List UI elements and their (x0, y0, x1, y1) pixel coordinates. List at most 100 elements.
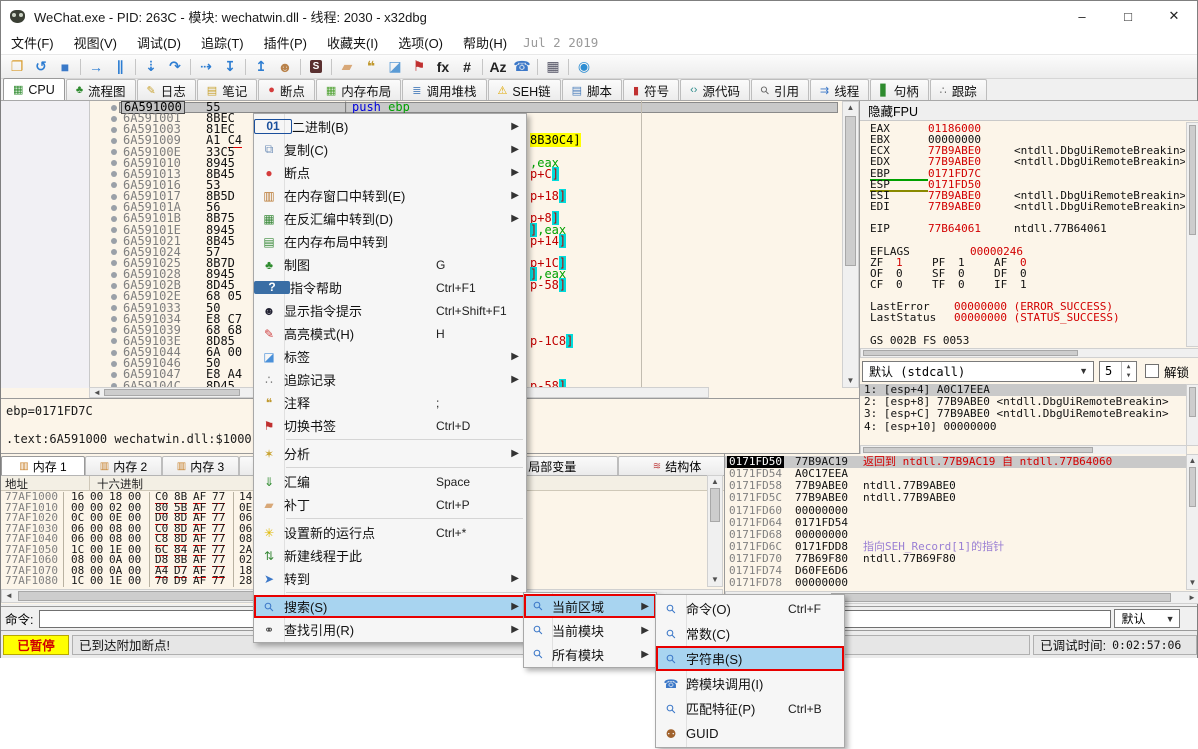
labels-icon[interactable]: ◪ (383, 57, 407, 77)
menu-item-搜索(S)[interactable]: ⚲搜索(S)▶ (254, 595, 526, 618)
menu-item-命令(O)[interactable]: ⚲命令(O)Ctrl+F (656, 596, 844, 621)
minimize-button[interactable]: – (1059, 1, 1105, 31)
menu-item-跨模块调用(I)[interactable]: ☎跨模块调用(I) (656, 671, 844, 696)
menubar-item[interactable]: 追踪(T) (191, 31, 254, 54)
tab-内存布局[interactable]: ▦内存布局 (316, 79, 401, 100)
menu-item-在内存窗口中转到(E)[interactable]: ▥在内存窗口中转到(E)▶ (254, 184, 526, 207)
breakpoint-dot-icon[interactable] (111, 283, 117, 289)
menu-item-标签[interactable]: ◪标签▶ (254, 345, 526, 368)
register-row[interactable] (870, 324, 1185, 335)
menu-item-字符串(S)[interactable]: ⚲字符串(S) (656, 646, 844, 671)
tab-调用堆栈[interactable]: ≣调用堆栈 (402, 79, 486, 100)
dump-tab-内存 3[interactable]: ▥内存 3 (162, 456, 239, 475)
breakpoint-dot-icon[interactable] (111, 372, 117, 378)
register-row[interactable]: EBP0171FD7C (870, 168, 1185, 179)
breakpoint-dot-icon[interactable] (111, 350, 117, 356)
breakpoint-dot-icon[interactable] (111, 260, 117, 266)
breakpoint-dot-icon[interactable] (111, 138, 117, 144)
stepper-arrows-icon[interactable]: ▲▼ (1121, 362, 1135, 381)
menubar-item[interactable]: 插件(P) (254, 31, 317, 54)
breakpoint-dot-icon[interactable] (111, 338, 117, 344)
disasm-row[interactable]: 6A59100055|push ebp (89, 102, 842, 113)
hide-fpu-button[interactable]: 隐藏FPU (860, 101, 1198, 121)
menu-item-分析[interactable]: ✶分析▶ (254, 442, 526, 465)
register-row[interactable]: OF0SF0DF0 (870, 268, 1185, 279)
stack-row[interactable]: 0171FD5C77B9ABE0ntdll.77B9ABE0 (725, 492, 1186, 504)
menubar-item[interactable]: 帮助(H) (453, 31, 517, 54)
tab-CPU[interactable]: ▦CPU (3, 78, 65, 100)
menu-item-当前模块[interactable]: ⚲当前模块▶ (524, 618, 656, 642)
breakpoint-dot-icon[interactable] (111, 127, 117, 133)
menubar-item[interactable]: 调试(D) (127, 31, 191, 54)
open-file-icon[interactable]: ❐ (5, 57, 29, 77)
register-row[interactable]: EAX01186000 (870, 123, 1185, 134)
patch-toolbar-icon[interactable]: ▰ (335, 57, 359, 77)
breakpoint-dot-icon[interactable] (111, 272, 117, 278)
breakpoint-dot-icon[interactable] (111, 216, 117, 222)
tab-日志[interactable]: ✎日志 (137, 79, 196, 100)
breakpoint-dot-icon[interactable] (111, 105, 117, 111)
calling-convention-combo[interactable]: 默认 (stdcall) ▼ (862, 361, 1094, 382)
breakpoint-dot-icon[interactable] (111, 160, 117, 166)
registers-pane[interactable]: 隐藏FPU EAX01186000EBX00000000ECX77B9ABE0<… (859, 101, 1198, 456)
register-row[interactable] (870, 234, 1185, 245)
argument-row[interactable]: 3: [esp+C] 77B9ABE0 <ntdll.DbgUiRemoteBr… (860, 408, 1186, 420)
pause-icon[interactable]: ∥ (108, 57, 132, 77)
dump-tab-内存 2[interactable]: ▥内存 2 (85, 456, 162, 475)
menu-item-设置新的运行点[interactable]: ✳设置新的运行点Ctrl+* (254, 521, 526, 544)
breakpoint-dot-icon[interactable] (111, 171, 117, 177)
stack-vscrollbar[interactable]: ▲▼ (1186, 454, 1198, 590)
register-row[interactable]: ZF1PF1AF0 (870, 257, 1185, 268)
menu-item-匹配特征(P)[interactable]: ⚲匹配特征(P)Ctrl+B (656, 696, 844, 721)
tab-符号[interactable]: ▮符号 (623, 79, 679, 100)
breakpoint-dot-icon[interactable] (111, 361, 117, 367)
menubar-item[interactable]: 选项(O) (388, 31, 453, 54)
register-row[interactable]: EFLAGS00000246 (870, 246, 1185, 257)
menu-item-新建线程于此[interactable]: ⇅新建线程于此 (254, 544, 526, 567)
breakpoint-dot-icon[interactable] (111, 327, 117, 333)
menu-item-在内存布局中转到[interactable]: ▤在内存布局中转到 (254, 230, 526, 253)
bookmarks-icon[interactable]: ⚑ (407, 57, 431, 77)
breakpoint-dot-icon[interactable] (111, 227, 117, 233)
menu-item-在反汇编中转到(D)[interactable]: ▦在反汇编中转到(D)▶ (254, 207, 526, 230)
step-out-icon[interactable]: ↧ (218, 57, 242, 77)
stack-pane[interactable]: 0171FD5077B9AC19返回到 ntdll.77B9AC19 自 ntd… (724, 454, 1198, 604)
menu-item-汇编[interactable]: ⇓汇编Space (254, 470, 526, 493)
menu-item-二进制(B)[interactable]: 01二进制(B)▶ (254, 115, 526, 138)
menu-item-指令帮助[interactable]: ?指令帮助Ctrl+F1 (254, 276, 526, 299)
close-button[interactable]: ✕ (1151, 1, 1197, 31)
breakpoint-dot-icon[interactable] (111, 116, 117, 122)
menubar-item[interactable]: 视图(V) (64, 31, 127, 54)
tab-跟踪[interactable]: ∴跟踪 (930, 79, 987, 100)
menu-item-补丁[interactable]: ▰补丁Ctrl+P (254, 493, 526, 516)
menu-item-注释[interactable]: ❝注释; (254, 391, 526, 414)
breakpoint-dot-icon[interactable] (111, 194, 117, 200)
breakpoint-dot-icon[interactable] (111, 205, 117, 211)
dump-tab-内存 1[interactable]: ▥内存 1 (1, 456, 85, 475)
dump-vscrollbar[interactable]: ▲▼ (707, 475, 723, 587)
register-row[interactable]: EIP77B64061ntdll.77B64061 (870, 223, 1185, 234)
register-row[interactable]: LastStatus00000000 (STATUS_SUCCESS) (870, 312, 1185, 323)
menubar-item[interactable]: 收藏夹(I) (317, 31, 388, 54)
functions-icon[interactable]: fx (431, 57, 455, 77)
stack-row[interactable]: 0171FD6000000000 (725, 505, 1186, 517)
tab-SEH链[interactable]: ⚠SEH链 (488, 79, 561, 100)
menu-item-当前区域[interactable]: ⚲当前区域▶ (524, 594, 656, 618)
argument-row[interactable]: 4: [esp+10] 00000000 (860, 421, 1186, 433)
title-bar[interactable]: WeChat.exe - PID: 263C - 模块: wechatwin.d… (1, 1, 1197, 31)
register-row[interactable]: EDI77B9ABE0<ntdll.DbgUiRemoteBreakin> (870, 201, 1185, 212)
menu-item-断点[interactable]: ●断点▶ (254, 161, 526, 184)
disassembly-vscrollbar[interactable]: ▲▼ (842, 101, 859, 388)
registers-hscrollbar[interactable] (860, 348, 1198, 358)
step-over-icon[interactable]: ↷ (163, 57, 187, 77)
breakpoint-dot-icon[interactable] (111, 305, 117, 311)
calculator-icon[interactable]: ▦ (541, 57, 565, 77)
menu-item-所有模块[interactable]: ⚲所有模块▶ (524, 642, 656, 666)
tab-句柄[interactable]: ▋句柄 (870, 79, 928, 100)
call-phone-icon[interactable]: ☎ (510, 57, 534, 77)
breakpoint-dot-icon[interactable] (111, 316, 117, 322)
stop-icon[interactable]: ■ (53, 57, 77, 77)
tab-线程[interactable]: ⇉线程 (810, 79, 869, 100)
stack-row[interactable]: 0171FD7800000000 (725, 577, 1186, 589)
register-row[interactable]: EDX77B9ABE0<ntdll.DbgUiRemoteBreakin> (870, 156, 1185, 167)
